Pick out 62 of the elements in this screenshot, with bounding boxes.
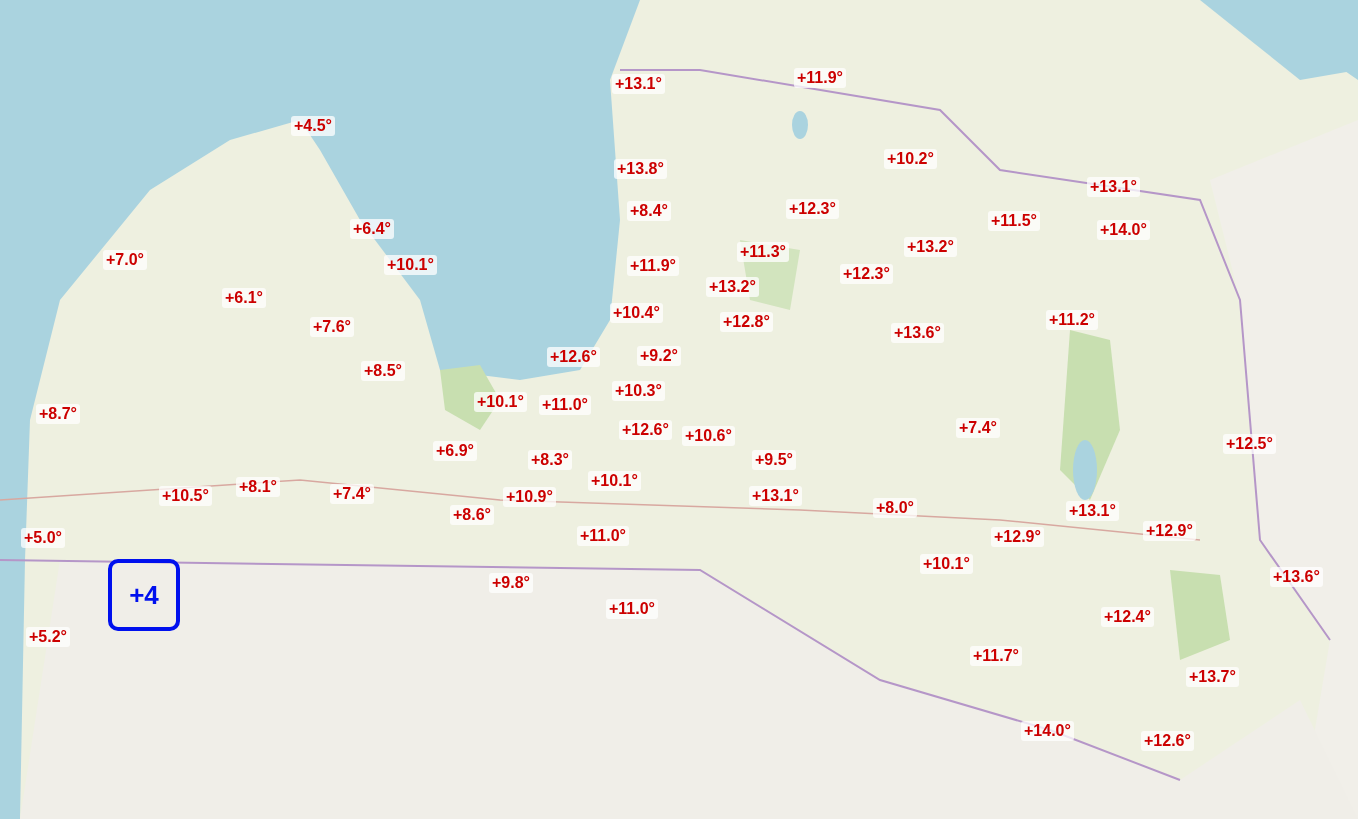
temperature-label: +13.6° (1270, 567, 1323, 587)
temperature-label: +13.6° (891, 323, 944, 343)
temperature-label: +11.5° (988, 211, 1040, 231)
temperature-label: +11.3° (737, 242, 789, 262)
temperature-label: +11.0° (539, 395, 591, 415)
temperature-label: +10.1° (588, 471, 641, 491)
temperature-label: +8.7° (36, 404, 80, 424)
temperature-label: +14.0° (1021, 721, 1074, 741)
temperature-label: +8.4° (627, 201, 671, 221)
temperature-label: +8.5° (361, 361, 405, 381)
temperature-label: +14.0° (1097, 220, 1150, 240)
temperature-label: +12.6° (547, 347, 600, 367)
temperature-label: +13.1° (1066, 501, 1119, 521)
temperature-label: +13.2° (706, 277, 759, 297)
temperature-label: +12.9° (991, 527, 1044, 547)
temperature-label: +4.5° (291, 116, 335, 136)
temperature-label: +11.9° (627, 256, 679, 276)
temperature-label: +12.6° (1141, 731, 1194, 751)
temperature-label: +12.3° (786, 199, 839, 219)
temperature-label: +13.2° (904, 237, 957, 257)
temperature-label: +12.4° (1101, 607, 1154, 627)
temperature-label: +10.2° (884, 149, 937, 169)
temperature-label: +13.1° (1087, 177, 1140, 197)
temperature-label: +13.1° (749, 486, 802, 506)
temperature-label: +8.0° (873, 498, 917, 518)
temperature-label: +12.5° (1223, 434, 1276, 454)
temperature-label: +10.5° (159, 486, 212, 506)
temperature-label: +10.1° (474, 392, 527, 412)
temperature-label: +7.0° (103, 250, 147, 270)
temperature-label: +7.6° (310, 317, 354, 337)
temperature-label: +10.4° (610, 303, 663, 323)
temperature-label: +7.4° (330, 484, 374, 504)
temperature-label: +10.9° (503, 487, 556, 507)
highlight-box: +4 (108, 559, 180, 631)
temperature-label: +12.3° (840, 264, 893, 284)
temperature-label: +5.0° (21, 528, 65, 548)
temperature-label: +9.5° (752, 450, 796, 470)
temperature-label: +9.8° (489, 573, 533, 593)
temperature-label: +8.3° (528, 450, 572, 470)
temperature-label: +8.6° (450, 505, 494, 525)
temperature-label: +12.6° (619, 420, 672, 440)
temperature-label: +8.1° (236, 477, 280, 497)
temperature-label: +12.9° (1143, 521, 1196, 541)
temperature-label: +6.9° (433, 441, 477, 461)
temperature-label: +6.1° (222, 288, 266, 308)
temperature-label: +10.1° (920, 554, 973, 574)
temperature-label: +11.0° (577, 526, 629, 546)
temperature-label: +10.1° (384, 255, 437, 275)
temperature-label: +11.9° (794, 68, 846, 88)
temperature-label: +5.2° (26, 627, 70, 647)
temperature-label: +13.1° (612, 74, 665, 94)
temperature-label: +11.7° (970, 646, 1022, 666)
temperature-label: +10.6° (682, 426, 735, 446)
temperature-label: +11.0° (606, 599, 658, 619)
temperature-label: +12.8° (720, 312, 773, 332)
temperature-label: +13.8° (614, 159, 667, 179)
temperature-label: +10.3° (612, 381, 665, 401)
temperature-label: +9.2° (637, 346, 681, 366)
temperature-label: +11.2° (1046, 310, 1098, 330)
temperature-label: +6.4° (350, 219, 394, 239)
temperature-label: +7.4° (956, 418, 1000, 438)
temperature-label: +13.7° (1186, 667, 1239, 687)
